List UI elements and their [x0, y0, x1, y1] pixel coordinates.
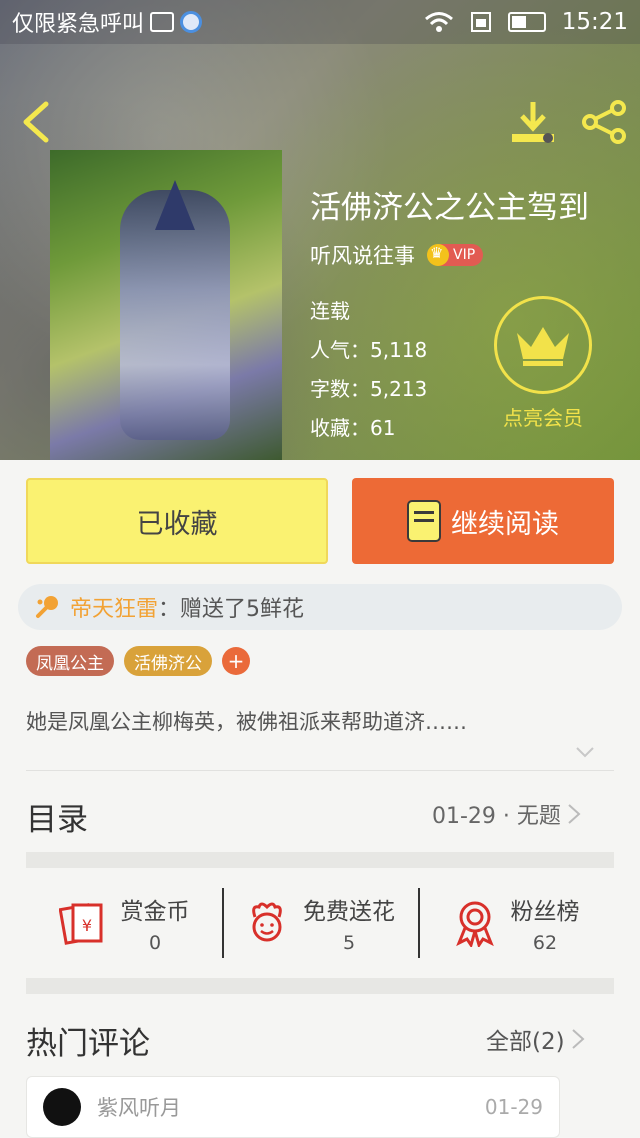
- book-popularity: 人气：5,118: [310, 338, 428, 362]
- book-meta: 连载 人气：5,118 字数：5,213 收藏：61: [310, 292, 427, 448]
- vip-badge: VIP: [427, 244, 484, 266]
- stat-value: 5: [342, 932, 356, 954]
- flower-gift-icon: [36, 596, 58, 618]
- toc-title[interactable]: 目录: [26, 794, 88, 839]
- tag-item[interactable]: 凤凰公主: [26, 646, 114, 676]
- crown-icon: [517, 327, 569, 366]
- medal-icon: [455, 901, 494, 947]
- continue-reading-button[interactable]: 继续阅读: [352, 478, 614, 564]
- divider: [26, 770, 614, 771]
- book-icon: [407, 500, 441, 542]
- sim-icon: [470, 12, 491, 32]
- favorited-label: 已收藏: [136, 508, 218, 540]
- add-tag-button[interactable]: +: [222, 647, 250, 675]
- toc-latest[interactable]: 01-29 · 无题: [432, 798, 583, 830]
- book-cover[interactable]: [50, 150, 282, 460]
- flower-icon: [252, 902, 282, 942]
- stat-value: 0: [148, 932, 162, 954]
- chevron-right-icon: [571, 1029, 585, 1049]
- clock: 15:21: [561, 9, 628, 35]
- comment-item[interactable]: 紫风听月 01-29: [26, 1076, 560, 1138]
- crown-icon: [427, 244, 449, 266]
- svg-text:¥: ¥: [81, 916, 91, 935]
- image-notification-icon: [150, 12, 175, 32]
- app-notification-icon: [180, 11, 203, 33]
- continue-reading-label: 继续阅读: [451, 508, 559, 540]
- all-comments-link[interactable]: 全部(2): [486, 1022, 587, 1056]
- stat-name: 赏金币: [120, 899, 190, 925]
- toc-latest-chapter: 01-29 · 无题: [432, 804, 561, 829]
- book-status: 连载: [310, 299, 350, 323]
- member-ring: [494, 296, 592, 394]
- stat-name: 粉丝榜: [510, 899, 580, 925]
- section-separator: [26, 978, 614, 994]
- book-word-count: 字数：5,213: [310, 377, 428, 401]
- stat-reward-coins[interactable]: ¥ 赏金币 0: [26, 886, 222, 960]
- comment-date: 01-29: [484, 1095, 543, 1119]
- author-row: 听风说往事 VIP: [310, 240, 484, 270]
- book-title: 活佛济公之公主驾到: [310, 190, 589, 226]
- book-favorites: 收藏：61: [310, 416, 396, 440]
- tag-item[interactable]: 活佛济公: [124, 646, 212, 676]
- gift-sender: 帝天狂雷: [70, 597, 159, 622]
- stats-row: ¥ 赏金币 0 免费送花 5 粉丝榜 62: [26, 886, 614, 960]
- stat-name: 免费送花: [303, 899, 395, 925]
- comment-user[interactable]: 紫风听月: [97, 1092, 485, 1122]
- share-icon[interactable]: [580, 98, 630, 146]
- stat-fan-ranking[interactable]: 粉丝榜 62: [418, 886, 614, 960]
- author-name[interactable]: 听风说往事: [310, 240, 415, 270]
- member-button[interactable]: 点亮会员: [494, 296, 592, 431]
- tag-list: 凤凰公主 活佛济公 +: [26, 646, 250, 676]
- book-description[interactable]: 她是凤凰公主柳梅英，被佛祖派来帮助道济……: [26, 706, 467, 736]
- vip-label: VIP: [453, 247, 476, 263]
- wifi-icon: [424, 12, 453, 32]
- chevron-down-icon[interactable]: [575, 742, 595, 762]
- member-label: 点亮会员: [503, 406, 583, 430]
- gift-message: ：赠送了5鲜花: [158, 597, 305, 622]
- red-envelope-icon: ¥: [58, 903, 102, 945]
- stat-free-flowers[interactable]: 免费送花 5: [222, 886, 418, 960]
- battery-icon: [507, 12, 546, 32]
- avatar[interactable]: [43, 1088, 81, 1126]
- hot-comments-title: 热门评论: [26, 1026, 150, 1062]
- favorited-button[interactable]: 已收藏: [26, 478, 328, 564]
- all-comments-label: 全部(2): [486, 1029, 565, 1055]
- stat-value: 62: [532, 932, 558, 954]
- download-icon[interactable]: [508, 98, 558, 146]
- chevron-right-icon: [568, 804, 581, 824]
- section-separator: [26, 852, 614, 868]
- carrier-text: 仅限紧急呼叫: [12, 12, 145, 37]
- status-bar: 仅限紧急呼叫 15:21: [0, 0, 640, 44]
- back-icon[interactable]: [16, 98, 56, 146]
- gift-notice[interactable]: 帝天狂雷：赠送了5鲜花: [18, 584, 622, 630]
